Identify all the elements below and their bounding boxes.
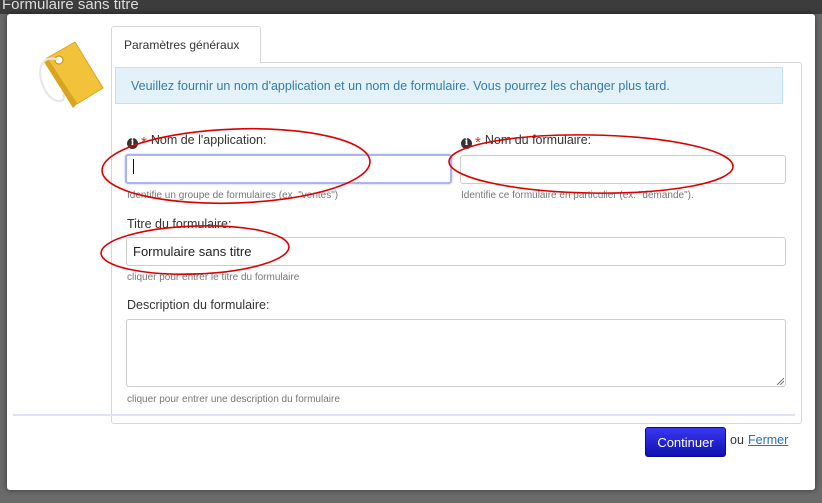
footer-divider: [13, 414, 795, 416]
app-name-hint: Identifie un groupe de formulaires (ex. …: [127, 190, 339, 201]
continue-button[interactable]: Continuer: [645, 427, 726, 457]
form-description-wrap: [126, 319, 786, 387]
app-name-input[interactable]: [125, 154, 452, 184]
form-description-hint: cliquer pour entrer une description du f…: [127, 394, 340, 405]
form-description-label: Description du formulaire:: [127, 298, 270, 312]
required-asterisk: *: [141, 134, 147, 151]
tab-general-settings[interactable]: Paramètres généraux: [111, 26, 261, 63]
required-asterisk: *: [475, 134, 481, 151]
close-link[interactable]: Fermer: [748, 433, 788, 447]
form-description-textarea[interactable]: [126, 319, 786, 387]
window-title: Formulaire sans titre: [2, 0, 139, 13]
tab-general-settings-label: Paramètres généraux: [124, 38, 240, 52]
text-caret: [133, 159, 134, 174]
app-name-label-row: i * Nom de l'application:: [127, 133, 267, 151]
resize-grip-icon[interactable]: [776, 377, 784, 385]
tag-icon: [39, 41, 104, 108]
info-alert-text: Veuillez fournir un nom d'application et…: [131, 79, 670, 93]
form-title-label: Titre du formulaire:: [127, 217, 232, 231]
app-name-input-wrap: [125, 154, 452, 184]
window-title-bar: Formulaire sans titre: [0, 0, 822, 14]
info-alert: Veuillez fournir un nom d'application et…: [115, 67, 783, 104]
or-text: ou: [730, 433, 744, 447]
form-title-input[interactable]: [126, 237, 786, 266]
form-name-input[interactable]: [460, 155, 786, 184]
info-circle-icon[interactable]: i: [461, 138, 472, 149]
app-name-label: Nom de l'application:: [150, 133, 267, 147]
form-name-hint: Identifie ce formulaire en particulier (…: [461, 190, 694, 201]
info-circle-icon[interactable]: i: [127, 138, 138, 149]
form-name-label: Nom du formulaire:: [484, 133, 592, 147]
form-name-label-row: i * Nom du formulaire:: [461, 133, 591, 151]
form-title-hint: cliquer pour entrer le titre du formulai…: [127, 272, 300, 283]
